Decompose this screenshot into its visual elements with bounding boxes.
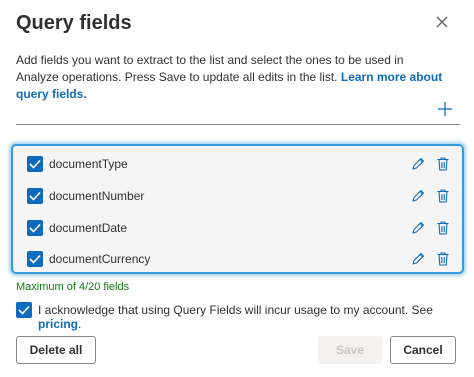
list-item: documentDate [27,220,457,240]
pencil-icon[interactable] [410,220,426,236]
pencil-icon[interactable] [410,156,426,172]
checkmark-icon [29,223,41,233]
plus-icon[interactable] [438,102,452,116]
dialog-title: Query fields [16,12,132,34]
acknowledge-label: I acknowledge that using Query Fields wi… [38,303,456,331]
field-checkbox[interactable] [27,188,43,204]
list-item: documentCurrency [27,251,457,271]
trash-icon[interactable] [435,156,451,172]
acknowledge-row: I acknowledge that using Query Fields wi… [16,302,456,331]
trash-icon[interactable] [435,220,451,236]
query-fields-list: documentType documentNumber documentDate [11,144,464,274]
list-item: documentNumber [27,188,457,208]
pencil-icon[interactable] [410,188,426,204]
field-checkbox[interactable] [27,220,43,236]
field-checkbox[interactable] [27,251,43,267]
field-label: documentType [49,157,128,171]
save-button[interactable]: Save [318,336,382,364]
delete-all-button[interactable]: Delete all [16,336,96,364]
checkmark-icon [18,305,30,315]
field-label: documentDate [49,221,128,235]
new-field-input[interactable] [16,96,460,125]
pencil-icon[interactable] [410,251,426,267]
checkmark-icon [29,254,41,264]
field-label: documentCurrency [49,252,151,266]
close-icon[interactable] [434,14,450,30]
checkmark-icon [29,159,41,169]
trash-icon[interactable] [435,188,451,204]
max-fields-note: Maximum of 4/20 fields [16,281,130,293]
acknowledge-suffix: . [78,317,82,331]
trash-icon[interactable] [435,251,451,267]
cancel-button[interactable]: Cancel [390,336,456,364]
acknowledge-checkbox[interactable] [16,302,32,318]
pricing-link[interactable]: pricing [38,317,78,331]
list-item: documentType [27,156,457,176]
field-label: documentNumber [49,189,145,203]
acknowledge-text: I acknowledge that using Query Fields wi… [38,303,433,317]
field-checkbox[interactable] [27,156,43,172]
checkmark-icon [29,191,41,201]
